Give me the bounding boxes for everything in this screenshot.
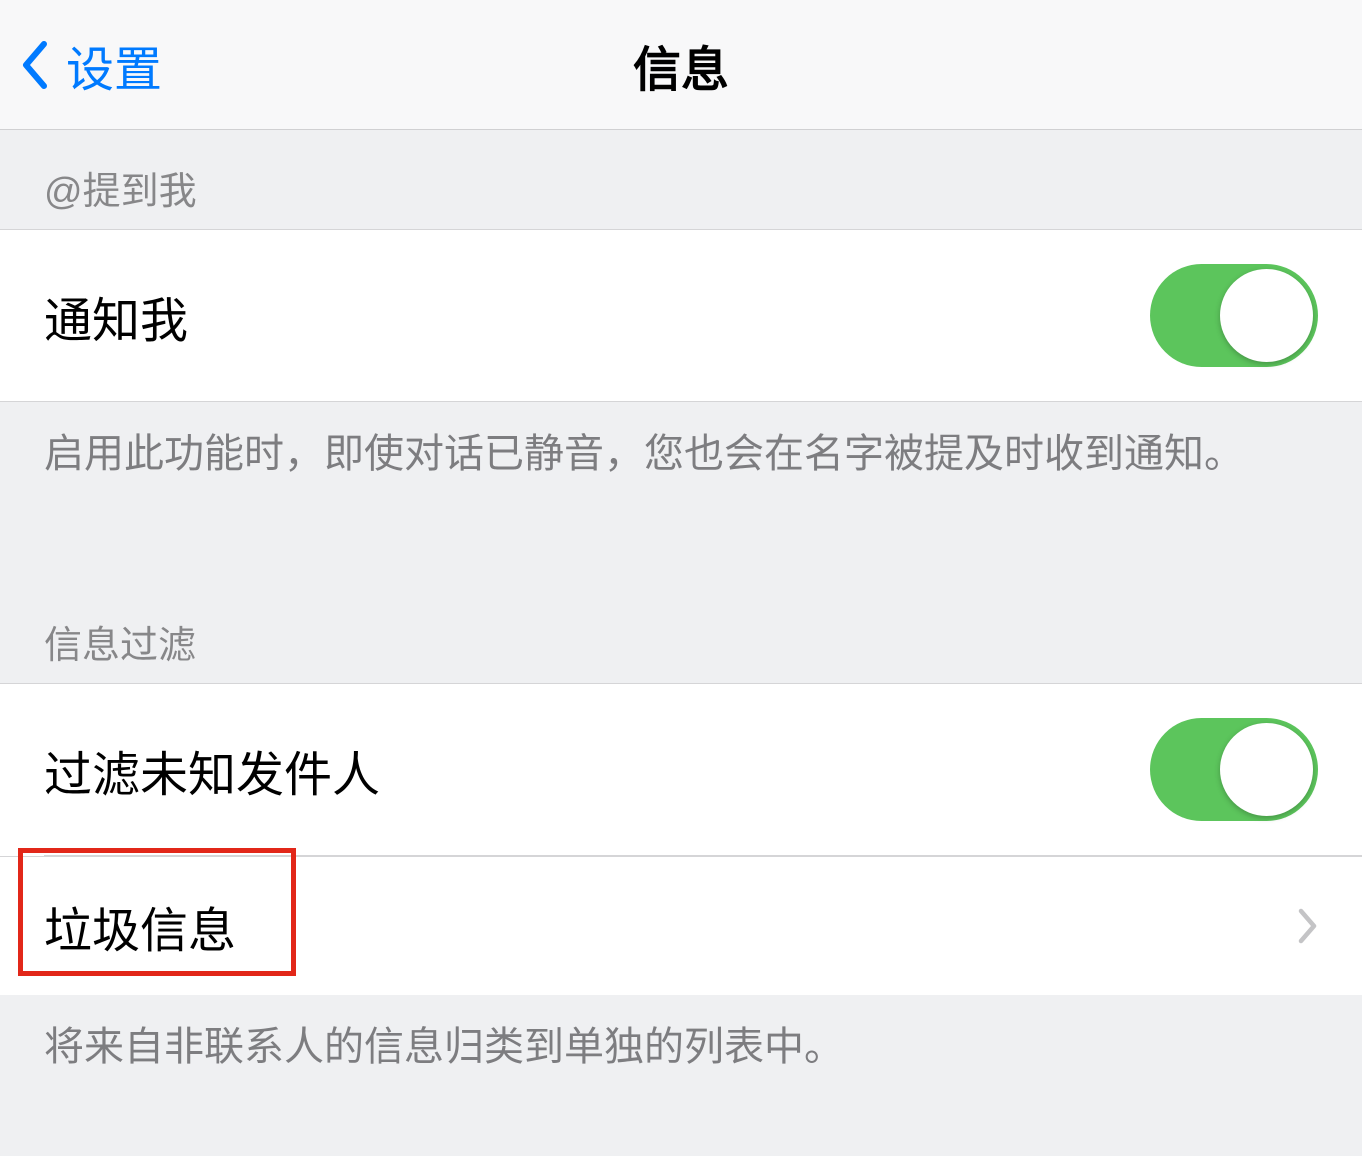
notify-me-row: 通知我 (0, 229, 1362, 402)
filter-unknown-toggle[interactable] (1150, 718, 1318, 821)
notify-me-description: 启用此功能时，即使对话已静音，您也会在名字被提及时收到通知。 (0, 402, 1362, 514)
page-title: 信息 (633, 30, 729, 100)
section-header-filter: 信息过滤 (0, 584, 1362, 683)
filter-unknown-row: 过滤未知发件人 (0, 683, 1362, 855)
filter-unknown-label: 过滤未知发件人 (44, 735, 380, 805)
back-label: 设置 (66, 30, 162, 100)
notify-me-label: 通知我 (44, 281, 188, 351)
settings-screen: 设置 信息 @提到我 通知我 启用此功能时，即使对话已静音，您也会在名字被提及时… (0, 0, 1362, 1107)
spam-messages-label: 垃圾信息 (44, 891, 236, 961)
chevron-right-icon (1298, 908, 1318, 944)
nav-header: 设置 信息 (0, 0, 1362, 130)
back-button[interactable]: 设置 (0, 30, 162, 100)
filter-group: 过滤未知发件人 垃圾信息 (0, 683, 1362, 995)
section-header-mention: @提到我 (0, 130, 1362, 229)
notify-me-toggle[interactable] (1150, 264, 1318, 367)
spam-messages-row[interactable]: 垃圾信息 (0, 856, 1362, 995)
chevron-left-icon (20, 40, 48, 90)
filter-description: 将来自非联系人的信息归类到单独的列表中。 (0, 995, 1362, 1107)
